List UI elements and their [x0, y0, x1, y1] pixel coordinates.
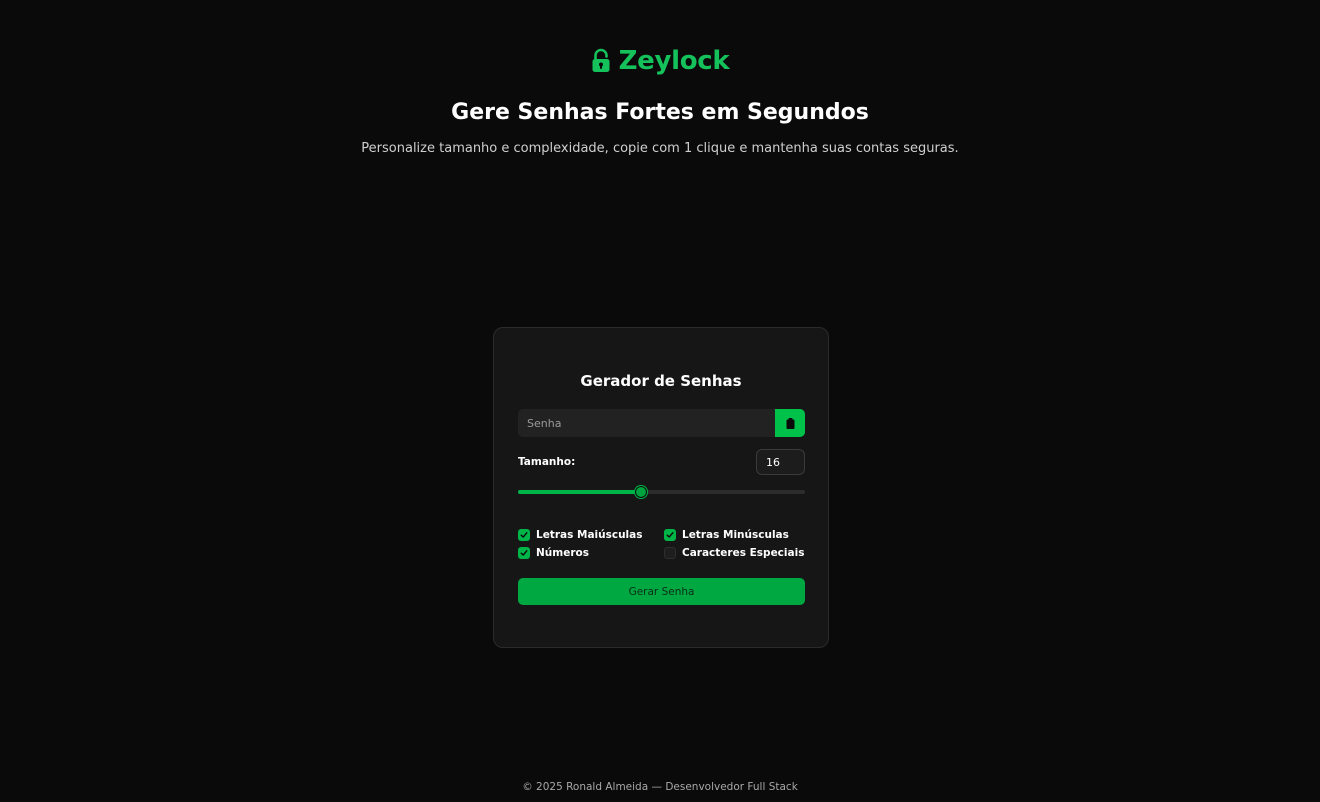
checkbox[interactable] [518, 529, 530, 541]
option-label: Letras Minúsculas [682, 529, 789, 541]
generate-password-button[interactable]: Gerar Senha [518, 578, 805, 605]
option-uppercase[interactable]: Letras Maiúsculas [518, 529, 664, 541]
page: Zeylock Gere Senhas Fortes em Segundos P… [0, 0, 1320, 802]
password-generator-card: Gerador de Senhas Tamanho: Let [493, 327, 829, 648]
slider-thumb[interactable] [635, 486, 647, 498]
option-label: Letras Maiúsculas [536, 529, 643, 541]
clipboard-icon [786, 417, 795, 429]
password-output[interactable] [518, 409, 775, 437]
slider-fill [518, 490, 641, 494]
option-lowercase[interactable]: Letras Minúsculas [664, 529, 808, 541]
page-title: Gere Senhas Fortes em Segundos [451, 100, 869, 125]
options-grid: Letras Maiúsculas Letras Minúsculas Núme… [518, 529, 808, 559]
brand-name: Zeylock [618, 46, 730, 76]
card-title: Gerador de Senhas [580, 372, 742, 390]
lock-icon [591, 48, 611, 74]
checkbox[interactable] [664, 547, 676, 559]
option-label: Números [536, 547, 589, 559]
size-label: Tamanho: [518, 456, 576, 468]
checkbox[interactable] [664, 529, 676, 541]
brand: Zeylock [0, 46, 1320, 76]
option-label: Caracteres Especiais [682, 547, 805, 559]
size-slider[interactable] [518, 486, 805, 498]
option-special-characters[interactable]: Caracteres Especiais [664, 547, 808, 559]
size-input[interactable] [756, 449, 805, 475]
page-subtitle: Personalize tamanho e complexidade, copi… [361, 141, 959, 156]
footer: © 2025 Ronald Almeida — Desenvolvedor Fu… [522, 781, 798, 793]
password-row [518, 409, 805, 437]
option-numbers[interactable]: Números [518, 547, 664, 559]
copy-button[interactable] [775, 409, 805, 437]
checkbox[interactable] [518, 547, 530, 559]
